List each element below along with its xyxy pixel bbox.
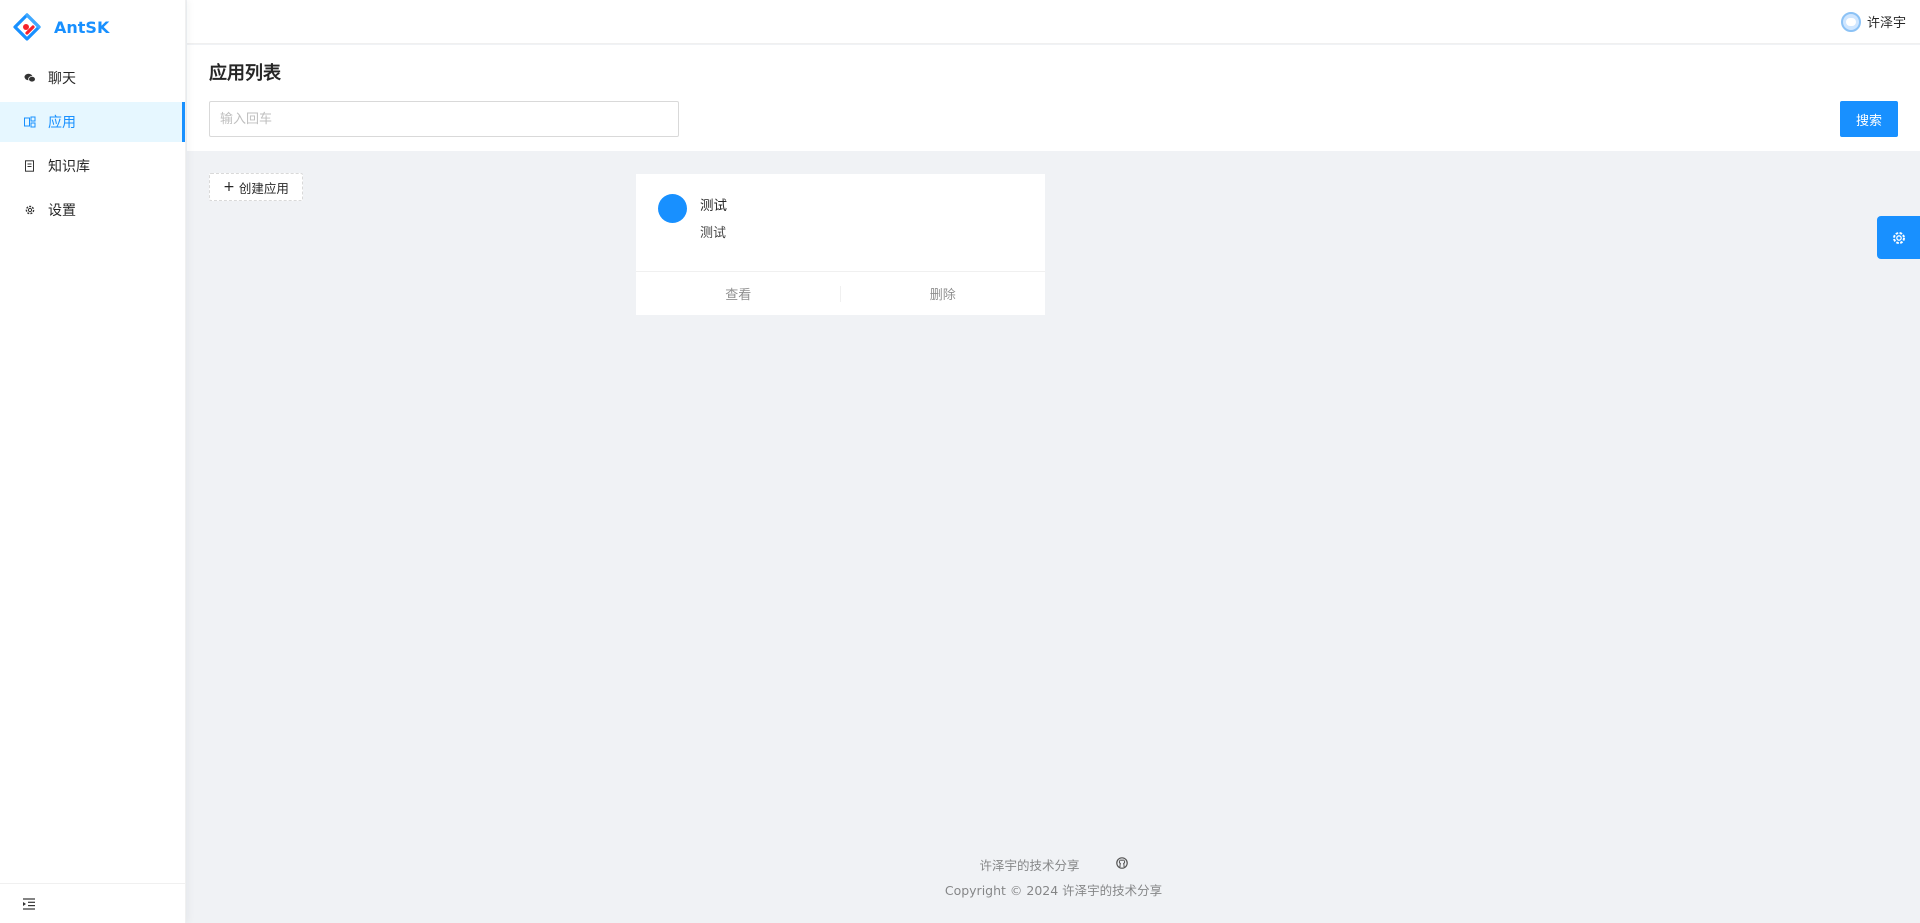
sidebar-item-label: 设置 [48, 203, 76, 219]
app-name: AntSK [54, 17, 110, 37]
user-menu[interactable]: 许泽宇 [1840, 11, 1906, 32]
gear-icon [1892, 231, 1905, 244]
app-card-body: 测试 测试 [636, 174, 1045, 272]
user-name: 许泽宇 [1866, 16, 1906, 31]
app-card-description: 测试 [700, 226, 727, 241]
footer-links: 许泽宇的技术分享 [187, 854, 1920, 874]
content-area: + 创建应用 测试 测试 查看 删除 许泽宇的技术分享 Copyright © … [187, 151, 1920, 923]
search-input[interactable] [209, 101, 679, 137]
create-app-label: 创建应用 [238, 180, 289, 196]
page-footer: 许泽宇的技术分享 Copyright © 2024 许泽宇的技术分享 [187, 854, 1920, 901]
app-avatar [658, 194, 687, 223]
sidebar-item-chat[interactable]: 聊天 [0, 58, 185, 98]
book-icon [24, 160, 36, 172]
app-card: 测试 测试 查看 删除 [636, 174, 1045, 315]
github-icon[interactable] [1115, 856, 1128, 872]
sidebar-item-app[interactable]: 应用 [0, 102, 185, 142]
search-button[interactable]: 搜索 [1840, 101, 1898, 137]
wechat-icon [24, 72, 36, 84]
app-icon [24, 116, 36, 128]
delete-app-button[interactable]: 删除 [841, 284, 1046, 303]
avatar [1840, 11, 1861, 32]
sidebar-collapse-toggle[interactable] [0, 883, 185, 923]
menu-fold-icon [23, 897, 35, 910]
sidebar-item-knowledge[interactable]: 知识库 [0, 146, 185, 186]
sidebar-menu: 聊天 应用 知识库 设置 [0, 58, 185, 230]
logo[interactable]: AntSK [0, 0, 185, 54]
sidebar-item-settings[interactable]: 设置 [0, 190, 185, 230]
sidebar-item-label: 聊天 [48, 71, 76, 87]
footer-link-blog[interactable]: 许泽宇的技术分享 [979, 855, 1079, 874]
antsk-logo-icon [13, 13, 41, 41]
gear-icon [24, 204, 36, 216]
avatar-face-icon [1845, 17, 1856, 26]
plus-icon: + [223, 179, 235, 195]
page-title: 应用列表 [209, 63, 281, 84]
create-app-button[interactable]: + 创建应用 [209, 173, 303, 201]
view-app-button[interactable]: 查看 [636, 284, 841, 303]
copyright-text: Copyright © 2024 许泽宇的技术分享 [944, 883, 1163, 898]
floating-settings-button[interactable] [1877, 216, 1920, 259]
sidebar-item-label: 应用 [48, 115, 76, 131]
sidebar-item-label: 知识库 [48, 159, 90, 175]
top-header: 许泽宇 [187, 0, 1920, 44]
app-card-title: 测试 [700, 198, 727, 214]
search-row: 搜索 [209, 101, 1898, 137]
page-header: 应用列表 搜索 [187, 45, 1920, 151]
sidebar: AntSK 聊天 应用 知识库 设置 [0, 0, 186, 923]
app-card-actions: 查看 删除 [636, 272, 1045, 315]
